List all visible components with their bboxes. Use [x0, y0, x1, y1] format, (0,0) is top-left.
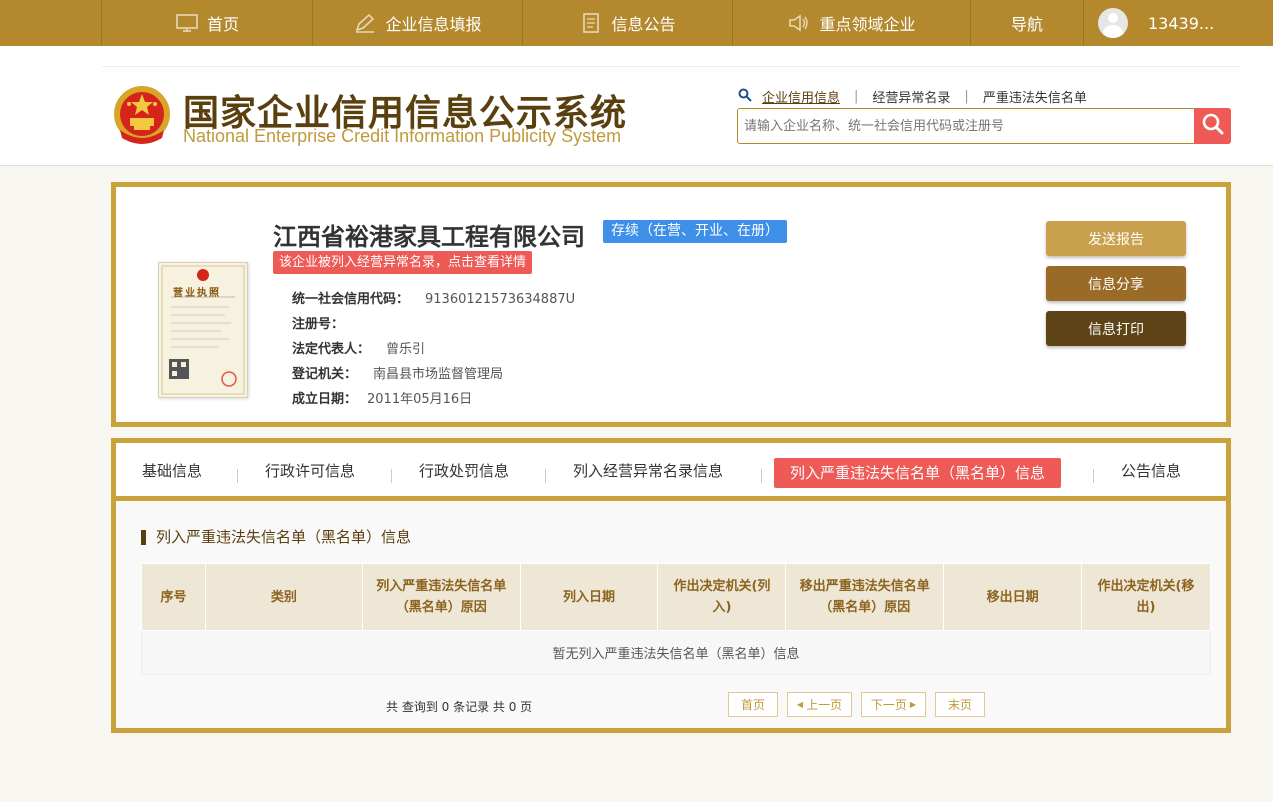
tab-separator [545, 469, 546, 483]
table-row: 暂无列入严重违法失信名单（黑名单）信息 [141, 630, 1211, 675]
pager-first-button[interactable]: 首页 [728, 692, 778, 717]
monitor-icon [175, 13, 199, 33]
search-tabs: 企业信用信息 | 经营异常名录 | 严重违法失信名单 [738, 87, 1087, 106]
tab-admin-penalty[interactable]: 行政处罚信息 [419, 460, 509, 481]
company-info-panel: 营业执照 江西省裕港家具工程有限公司 存续（在营、开业、在册） 该企业被列入经营… [111, 182, 1231, 427]
pen-icon [353, 13, 377, 33]
share-info-button[interactable]: 信息分享 [1046, 266, 1186, 301]
nav-navigation[interactable]: 导航 [970, 0, 1083, 46]
tab-admin-license[interactable]: 行政许可信息 [265, 460, 355, 481]
tab-separator [391, 469, 392, 483]
nav-home[interactable]: 首页 [101, 0, 312, 46]
col-list-date: 列入日期 [519, 563, 659, 631]
pager-last-button[interactable]: 末页 [935, 692, 985, 717]
speaker-icon [787, 13, 811, 33]
search-box [737, 108, 1231, 144]
tab-bar: 基础信息 行政许可信息 行政处罚信息 列入经营异常名录信息 列入严重违法失信名单… [116, 443, 1226, 501]
empty-message: 暂无列入严重违法失信名单（黑名单）信息 [141, 630, 1211, 675]
info-legal-rep: 法定代表人： 曾乐引 [292, 342, 426, 357]
tab-blacklist[interactable]: 列入严重违法失信名单（黑名单）信息 [774, 458, 1062, 488]
pager-prev-button[interactable]: ◀ 上一页 [787, 692, 852, 717]
nav-announcement-label: 信息公告 [611, 15, 676, 34]
search-icon [1201, 112, 1225, 140]
col-category: 类别 [204, 563, 363, 631]
search-button[interactable] [1194, 108, 1231, 144]
tab-separator [1093, 469, 1094, 483]
nav-enterprise-report[interactable]: 企业信息填报 [312, 0, 522, 46]
print-info-button[interactable]: 信息打印 [1046, 311, 1186, 346]
col-list-reason: 列入严重违法失信名单（黑名单）原因 [361, 563, 521, 631]
col-list-authority: 作出决定机关(列入) [657, 563, 787, 631]
business-license-image[interactable]: 营业执照 [158, 262, 248, 398]
nav-navigation-label: 导航 [1010, 15, 1043, 34]
nav-home-label: 首页 [206, 15, 239, 34]
nav-key-sector-label: 重点领域企业 [819, 15, 916, 34]
user-menu[interactable]: 13439... [1083, 0, 1273, 46]
send-report-button[interactable]: 发送报告 [1046, 221, 1186, 256]
chevron-right-icon: ▶ [909, 700, 917, 709]
search-tab-separator: | [964, 89, 969, 104]
blacklist-table: 序号 类别 列入严重违法失信名单（黑名单）原因 列入日期 作出决定机关(列入) … [141, 563, 1211, 675]
info-reg-number: 注册号： [292, 317, 345, 332]
nav-announcement[interactable]: 信息公告 [522, 0, 732, 46]
tab-separator [761, 469, 762, 483]
search-tab-separator: | [854, 89, 859, 104]
document-icon [579, 13, 603, 33]
tab-separator [237, 469, 238, 483]
tab-basic-info[interactable]: 基础信息 [142, 460, 202, 481]
search-tab-credit[interactable]: 企业信用信息 [762, 87, 840, 106]
col-remove-reason: 移出严重违法失信名单（黑名单）原因 [785, 563, 945, 631]
status-badge: 存续（在营、开业、在册） [603, 220, 787, 243]
col-remove-date: 移出日期 [943, 563, 1083, 631]
chevron-left-icon: ◀ [796, 700, 804, 709]
search-tab-blacklist[interactable]: 严重违法失信名单 [983, 87, 1087, 106]
abnormal-list-alert[interactable]: 该企业被列入经营异常名录，点击查看详情 [273, 251, 533, 274]
site-header: 国家企业信用信息公示系统 National Enterprise Credit … [0, 46, 1273, 166]
search-mini-icon [738, 88, 752, 106]
table-header-row: 序号 类别 列入严重违法失信名单（黑名单）原因 列入日期 作出决定机关(列入) … [141, 563, 1211, 631]
company-name: 江西省裕港家具工程有限公司 [273, 223, 585, 251]
tab-abnormal-list[interactable]: 列入经营异常名录信息 [573, 460, 723, 481]
nav-key-sector[interactable]: 重点领域企业 [732, 0, 970, 46]
detail-tab-panel: 基础信息 行政许可信息 行政处罚信息 列入经营异常名录信息 列入严重违法失信名单… [111, 438, 1231, 733]
pager-next-button[interactable]: 下一页 ▶ [861, 692, 926, 717]
col-remove-authority: 作出决定机关(移出) [1081, 563, 1211, 631]
tab-announcement[interactable]: 公告信息 [1121, 460, 1181, 481]
info-credit-code: 统一社会信用代码： 91360121573634887U [292, 292, 576, 307]
nav-enterprise-report-label: 企业信息填报 [385, 15, 482, 34]
avatar [1098, 8, 1128, 38]
info-reg-authority: 登记机关： 南昌县市场监督管理局 [292, 367, 504, 382]
license-title: 营业执照 [173, 288, 221, 299]
info-established-date: 成立日期： 2011年05月16日 [292, 392, 473, 407]
search-tab-abnormal[interactable]: 经营异常名录 [872, 87, 950, 106]
section-title: 列入严重违法失信名单（黑名单）信息 [141, 530, 411, 545]
user-name: 13439... [1148, 13, 1215, 33]
search-input[interactable] [738, 109, 1193, 143]
national-emblem-icon [112, 84, 172, 148]
page-info: 共 查询到 0 条记录 共 0 页 [386, 700, 533, 714]
top-nav: 首页 企业信息填报 信息公告 重点领域企业 导航 13439... [0, 0, 1273, 46]
site-title-english: National Enterprise Credit Information P… [183, 126, 622, 146]
header-divider [102, 66, 1241, 67]
col-index: 序号 [141, 563, 206, 631]
